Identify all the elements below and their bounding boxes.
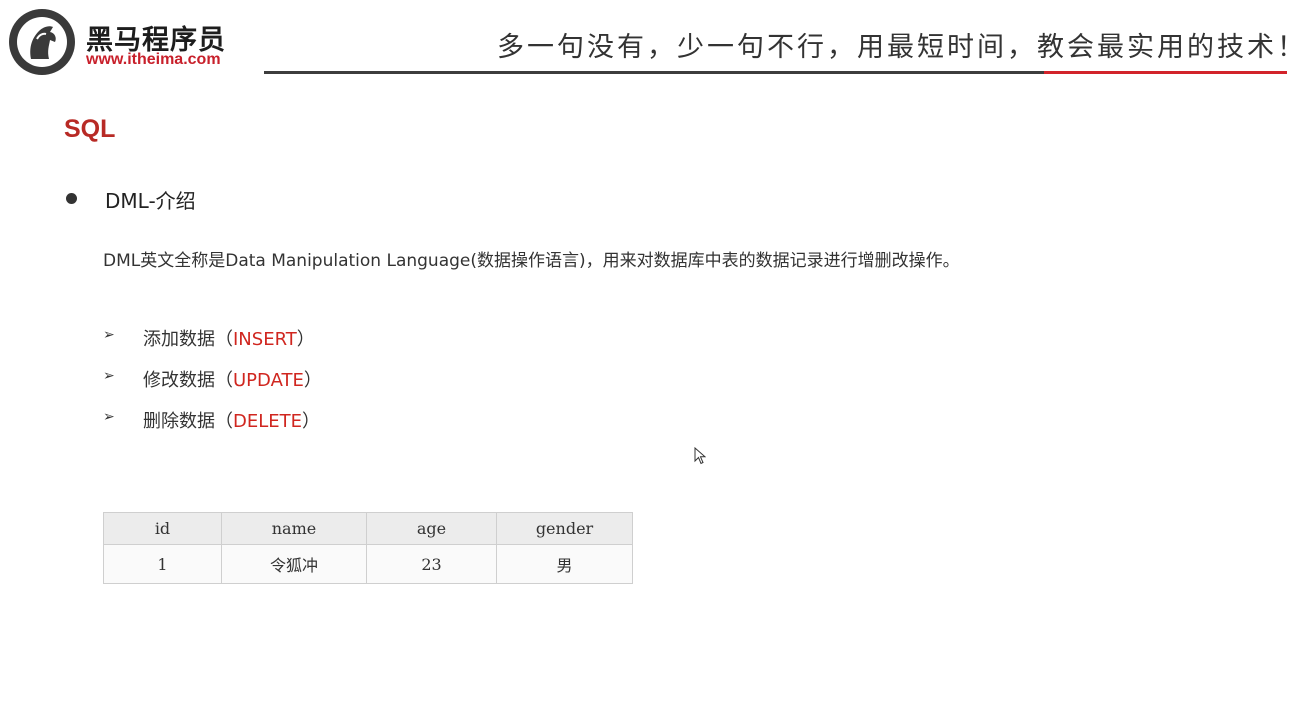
header-rule-dark: [264, 71, 1044, 74]
operation-keyword: INSERT: [233, 329, 297, 350]
arrow-bullet-icon: ➢: [103, 368, 115, 384]
section-title: SQL: [64, 115, 116, 143]
arrow-bullet-icon: ➢: [103, 327, 115, 343]
table-row: 1 令狐冲 23 男: [103, 544, 633, 584]
brand-logo: [9, 9, 75, 75]
bullet-dot-icon: [66, 193, 77, 204]
operation-label: 删除数据（DELETE）: [143, 411, 321, 432]
column-header-gender: gender: [496, 512, 633, 545]
sample-data-table: id name age gender 1 令狐冲 23 男: [103, 512, 633, 584]
column-header-name: name: [221, 512, 367, 545]
horse-head-icon: [11, 11, 73, 73]
intro-paragraph: DML英文全称是Data Manipulation Language(数据操作语…: [103, 251, 960, 271]
mouse-pointer-icon: [694, 446, 707, 469]
bullet-heading: DML-介绍: [105, 189, 196, 213]
arrow-bullet-icon: ➢: [103, 409, 115, 425]
column-header-id: id: [103, 512, 222, 545]
operation-keyword: DELETE: [233, 411, 303, 432]
cell-age: 23: [366, 544, 497, 584]
table-header-row: id name age gender: [103, 512, 633, 545]
operation-keyword: UPDATE: [233, 370, 304, 391]
header-rule-red: [1044, 71, 1287, 74]
slogan: 多一句没有，少一句不行，用最短时间，教会最实用的技术！: [497, 32, 1307, 63]
cell-name: 令狐冲: [221, 544, 367, 584]
brand-url: www.itheima.com: [86, 51, 221, 68]
operation-label: 修改数据（UPDATE）: [143, 370, 322, 391]
column-header-age: age: [366, 512, 497, 545]
cell-id: 1: [103, 544, 222, 584]
operation-label: 添加数据（INSERT）: [143, 329, 315, 350]
cell-gender: 男: [496, 544, 633, 584]
